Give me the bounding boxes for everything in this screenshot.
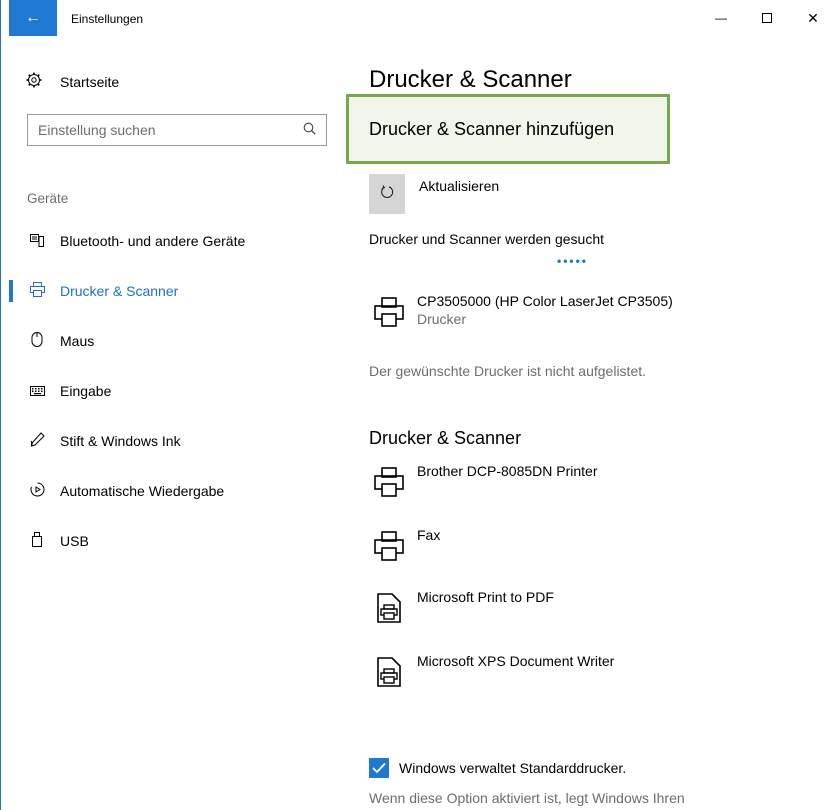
maximize-button[interactable] [744,0,790,36]
device-list-item[interactable]: Brother DCP-8085DN Printer [369,462,598,502]
minimize-icon: — [715,11,727,25]
printer-icon [369,526,409,566]
device-name: Brother DCP-8085DN Printer [417,463,598,479]
device-type: Drucker [417,311,467,327]
device-list-item[interactable]: Fax [369,526,440,566]
printer-not-listed-link[interactable]: Der gewünschte Drucker ist nicht aufgeli… [369,363,646,379]
device-list-item[interactable]: Microsoft XPS Document Writer [369,652,614,692]
sidebar-nav: Bluetooth- und andere Geräte Drucker & S… [1,216,351,566]
search-icon [303,122,316,138]
document-printer-icon [369,588,409,628]
mouse-icon [27,332,47,350]
sidebar-item-typing[interactable]: Eingabe [1,366,351,416]
sidebar-item-label: USB [60,533,89,549]
refresh-icon [380,184,394,204]
search-placeholder: Einstellung suchen [38,122,156,138]
default-printer-checkbox[interactable] [369,758,389,778]
sidebar-item-printers[interactable]: Drucker & Scanner [1,266,351,316]
device-text: Microsoft Print to PDF [417,588,554,606]
page-title: Drucker & Scanner [369,66,572,93]
back-button[interactable]: ← [9,0,57,36]
sidebar-home-label: Startseite [60,74,120,90]
autoplay-icon [27,482,47,500]
sidebar-item-label: Maus [60,333,95,349]
sidebar: Startseite Einstellung suchen Geräte Blu… [1,36,351,810]
default-printer-label: Windows verwaltet Standarddrucker. [399,760,627,776]
refresh-label: Aktualisieren [419,178,500,194]
add-printer-scanner-label: Drucker & Scanner hinzufügen [369,118,615,139]
sidebar-item-label: Eingabe [60,383,112,399]
sidebar-item-label: Stift & Windows Ink [60,433,181,449]
close-button[interactable]: ✕ [790,0,833,36]
sidebar-item-bluetooth[interactable]: Bluetooth- und andere Geräte [1,216,351,266]
back-arrow-icon: ← [25,9,41,26]
sidebar-item-mouse[interactable]: Maus [1,316,351,366]
title-bar: ← Einstellungen — ✕ [1,0,833,36]
main-content: Drucker & Scanner Drucker & Scanner hinz… [346,36,829,810]
bluetooth-devices-icon [27,233,47,250]
device-text: Microsoft XPS Document Writer [417,652,614,670]
refresh-button[interactable] [369,174,405,214]
pen-icon [27,432,47,450]
default-printer-checkbox-row[interactable]: Windows verwaltet Standarddrucker. [369,758,626,778]
device-name: Fax [417,527,441,543]
found-device-text: CP3505000 (HP Color LaserJet CP3505) Dru… [417,292,673,328]
checkmark-icon [372,762,386,774]
sidebar-item-label: Bluetooth- und andere Geräte [60,233,246,249]
sidebar-section-heading: Geräte [27,191,69,206]
printer-icon [369,462,409,502]
keyboard-icon [27,383,47,399]
progress-dots: ••••• [557,254,589,268]
printer-icon [27,282,47,300]
printers-section-heading: Drucker & Scanner [369,428,522,448]
searching-status: Drucker und Scanner werden gesucht [369,231,605,247]
sidebar-item-pen[interactable]: Stift & Windows Ink [1,416,351,466]
minimize-button[interactable]: — [698,0,744,36]
device-name: Microsoft Print to PDF [417,589,554,605]
close-icon: ✕ [807,9,819,26]
settings-window: ← Einstellungen — ✕ Startseite Einstellu… [0,0,833,810]
sidebar-item-usb[interactable]: USB [1,516,351,566]
add-printer-scanner-button[interactable]: Drucker & Scanner hinzufügen [346,94,670,164]
usb-icon [27,532,47,550]
maximize-icon [762,13,772,23]
document-printer-icon [369,652,409,692]
sidebar-item-autoplay[interactable]: Automatische Wiedergabe [1,466,351,516]
settings-search-input[interactable]: Einstellung suchen [27,114,327,146]
refresh-control[interactable]: Aktualisieren [369,174,499,214]
default-printer-description: Wenn diese Option aktiviert ist, legt Wi… [369,790,685,806]
device-text: Fax [417,526,440,544]
printer-icon [369,292,409,332]
sidebar-item-label: Automatische Wiedergabe [60,483,225,499]
device-name: CP3505000 (HP Color LaserJet CP3505) [417,293,673,309]
device-text: Brother DCP-8085DN Printer [417,462,598,480]
sidebar-home[interactable]: Startseite [26,72,119,92]
window-title: Einstellungen [71,12,144,26]
device-name: Microsoft XPS Document Writer [417,653,615,669]
sidebar-item-label: Drucker & Scanner [60,283,179,299]
found-device-item[interactable]: CP3505000 (HP Color LaserJet CP3505) Dru… [369,292,673,332]
device-list-item[interactable]: Microsoft Print to PDF [369,588,554,628]
gear-icon [26,72,46,92]
